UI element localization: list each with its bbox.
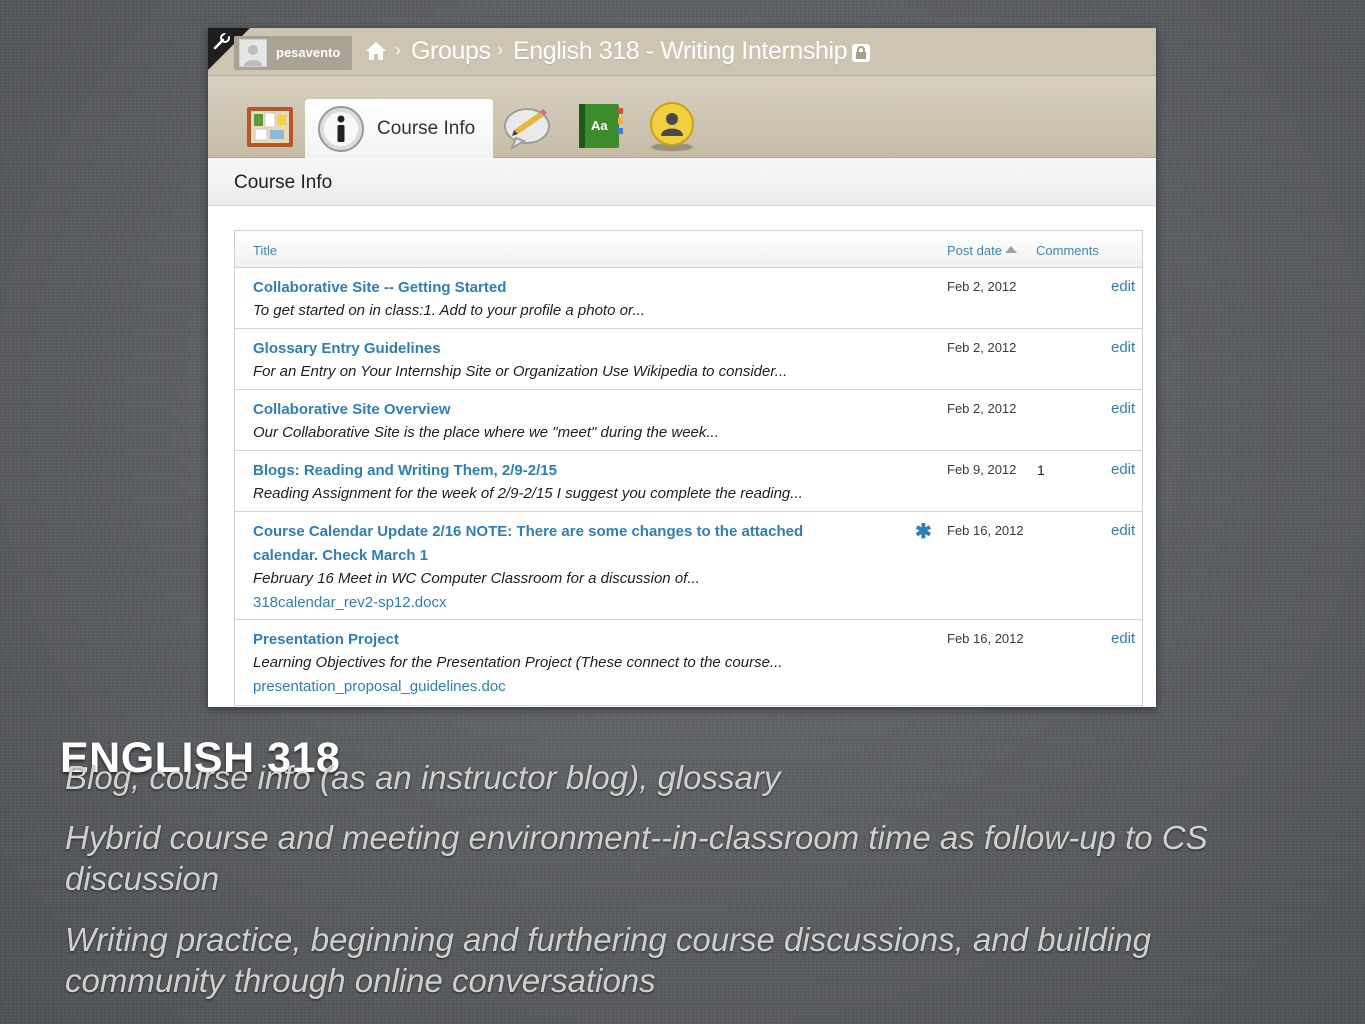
section-title: Course Info	[234, 172, 333, 193]
username: pesavento	[276, 45, 341, 60]
post-title-link[interactable]: Course Calendar Update 2/16 NOTE: There …	[253, 520, 843, 568]
post-date: Feb 2, 2012	[947, 401, 1017, 416]
table-row: Glossary Entry Guidelines For an Entry o…	[235, 329, 1142, 390]
table-row: Course Calendar Update 2/16 NOTE: There …	[235, 512, 1142, 620]
home-icon[interactable]	[365, 40, 387, 62]
slide-bullet: Writing practice, beginning and furtheri…	[65, 921, 1151, 999]
post-excerpt: To get started on in class:1. Add to you…	[253, 302, 645, 319]
edit-link[interactable]: edit	[1111, 339, 1135, 356]
blog-pencil-icon[interactable]	[502, 100, 554, 152]
post-excerpt: February 16 Meet in WC Computer Classroo…	[253, 570, 700, 587]
tool-tabs: Course Info Aa	[208, 76, 1156, 159]
post-title-link[interactable]: Blogs: Reading and Writing Them, 2/9-2/1…	[253, 459, 843, 483]
lock-icon	[852, 44, 870, 62]
breadcrumb-separator-icon: ›	[497, 40, 503, 60]
breadcrumb-groups[interactable]: Groups	[411, 37, 491, 66]
post-excerpt: Our Collaborative Site is the place wher…	[253, 424, 719, 441]
bulletin-board-icon[interactable]	[244, 100, 296, 152]
post-date: Feb 16, 2012	[947, 523, 1024, 538]
table-row: Presentation Project Learning Objectives…	[235, 620, 1142, 706]
tab-course-info[interactable]: Course Info	[305, 99, 493, 159]
edit-link[interactable]: edit	[1111, 630, 1135, 647]
column-header-comments[interactable]: Comments	[1036, 243, 1099, 258]
table-row: Collaborative Site -- Getting Started To…	[235, 268, 1142, 329]
attachment-link[interactable]: presentation_proposal_guidelines.doc	[253, 678, 506, 695]
user-menu[interactable]: pesavento	[234, 36, 352, 70]
post-excerpt: For an Entry on Your Internship Site or …	[253, 363, 788, 380]
edit-link[interactable]: edit	[1111, 461, 1135, 478]
table-header: Title Post date Comments	[235, 231, 1142, 268]
post-title-link[interactable]: Presentation Project	[253, 628, 843, 652]
post-excerpt: Learning Objectives for the Presentation…	[253, 654, 783, 671]
glossary-book-icon[interactable]: Aa	[574, 100, 626, 152]
top-navigation-bar: pesavento › Groups › English 318 - Writi…	[208, 28, 1156, 76]
slide-bullet: Hybrid course and meeting environment--i…	[65, 819, 1208, 897]
new-post-marker-icon: ✱	[915, 521, 932, 543]
breadcrumb-separator-icon: ›	[395, 40, 401, 60]
table-row: Blogs: Reading and Writing Them, 2/9-2/1…	[235, 451, 1142, 512]
sort-ascending-icon	[1004, 246, 1017, 253]
tab-course-info-label: Course Info	[377, 118, 476, 139]
table-row: Collaborative Site Overview Our Collabor…	[235, 390, 1142, 451]
comment-count: 1	[1037, 462, 1045, 478]
column-header-post-date[interactable]: Post date	[947, 243, 1017, 258]
column-header-title[interactable]: Title	[253, 243, 277, 258]
info-icon	[318, 106, 364, 152]
svg-text:Aa: Aa	[591, 118, 608, 133]
post-date: Feb 16, 2012	[947, 631, 1024, 646]
section-header: Course Info	[208, 158, 1156, 206]
post-date: Feb 2, 2012	[947, 340, 1017, 355]
attachment-link[interactable]: 318calendar_rev2-sp12.docx	[253, 594, 446, 611]
slide-bullet: Blog, course info (as an instructor blog…	[65, 759, 781, 796]
post-title-link[interactable]: Collaborative Site Overview	[253, 398, 843, 422]
post-title-link[interactable]: Glossary Entry Guidelines	[253, 337, 843, 361]
post-date: Feb 2, 2012	[947, 279, 1017, 294]
user-silhouette-icon	[244, 45, 262, 66]
post-excerpt: Reading Assignment for the week of 2/9-2…	[253, 485, 803, 502]
column-header-post-date-label: Post date	[947, 243, 1002, 258]
post-date: Feb 9, 2012	[947, 462, 1017, 477]
breadcrumb-current-group[interactable]: English 318 - Writing Internship	[513, 37, 848, 66]
edit-link[interactable]: edit	[1111, 400, 1135, 417]
edit-link[interactable]: edit	[1111, 278, 1135, 295]
course-info-table: Title Post date Comments Collaborative S…	[234, 230, 1143, 707]
course-site-screenshot: pesavento › Groups › English 318 - Writi…	[208, 28, 1156, 707]
avatar	[239, 39, 267, 67]
member-profile-icon[interactable]	[646, 100, 698, 152]
wrench-icon[interactable]	[212, 31, 232, 51]
post-title-link[interactable]: Collaborative Site -- Getting Started	[253, 276, 843, 300]
edit-link[interactable]: edit	[1111, 522, 1135, 539]
